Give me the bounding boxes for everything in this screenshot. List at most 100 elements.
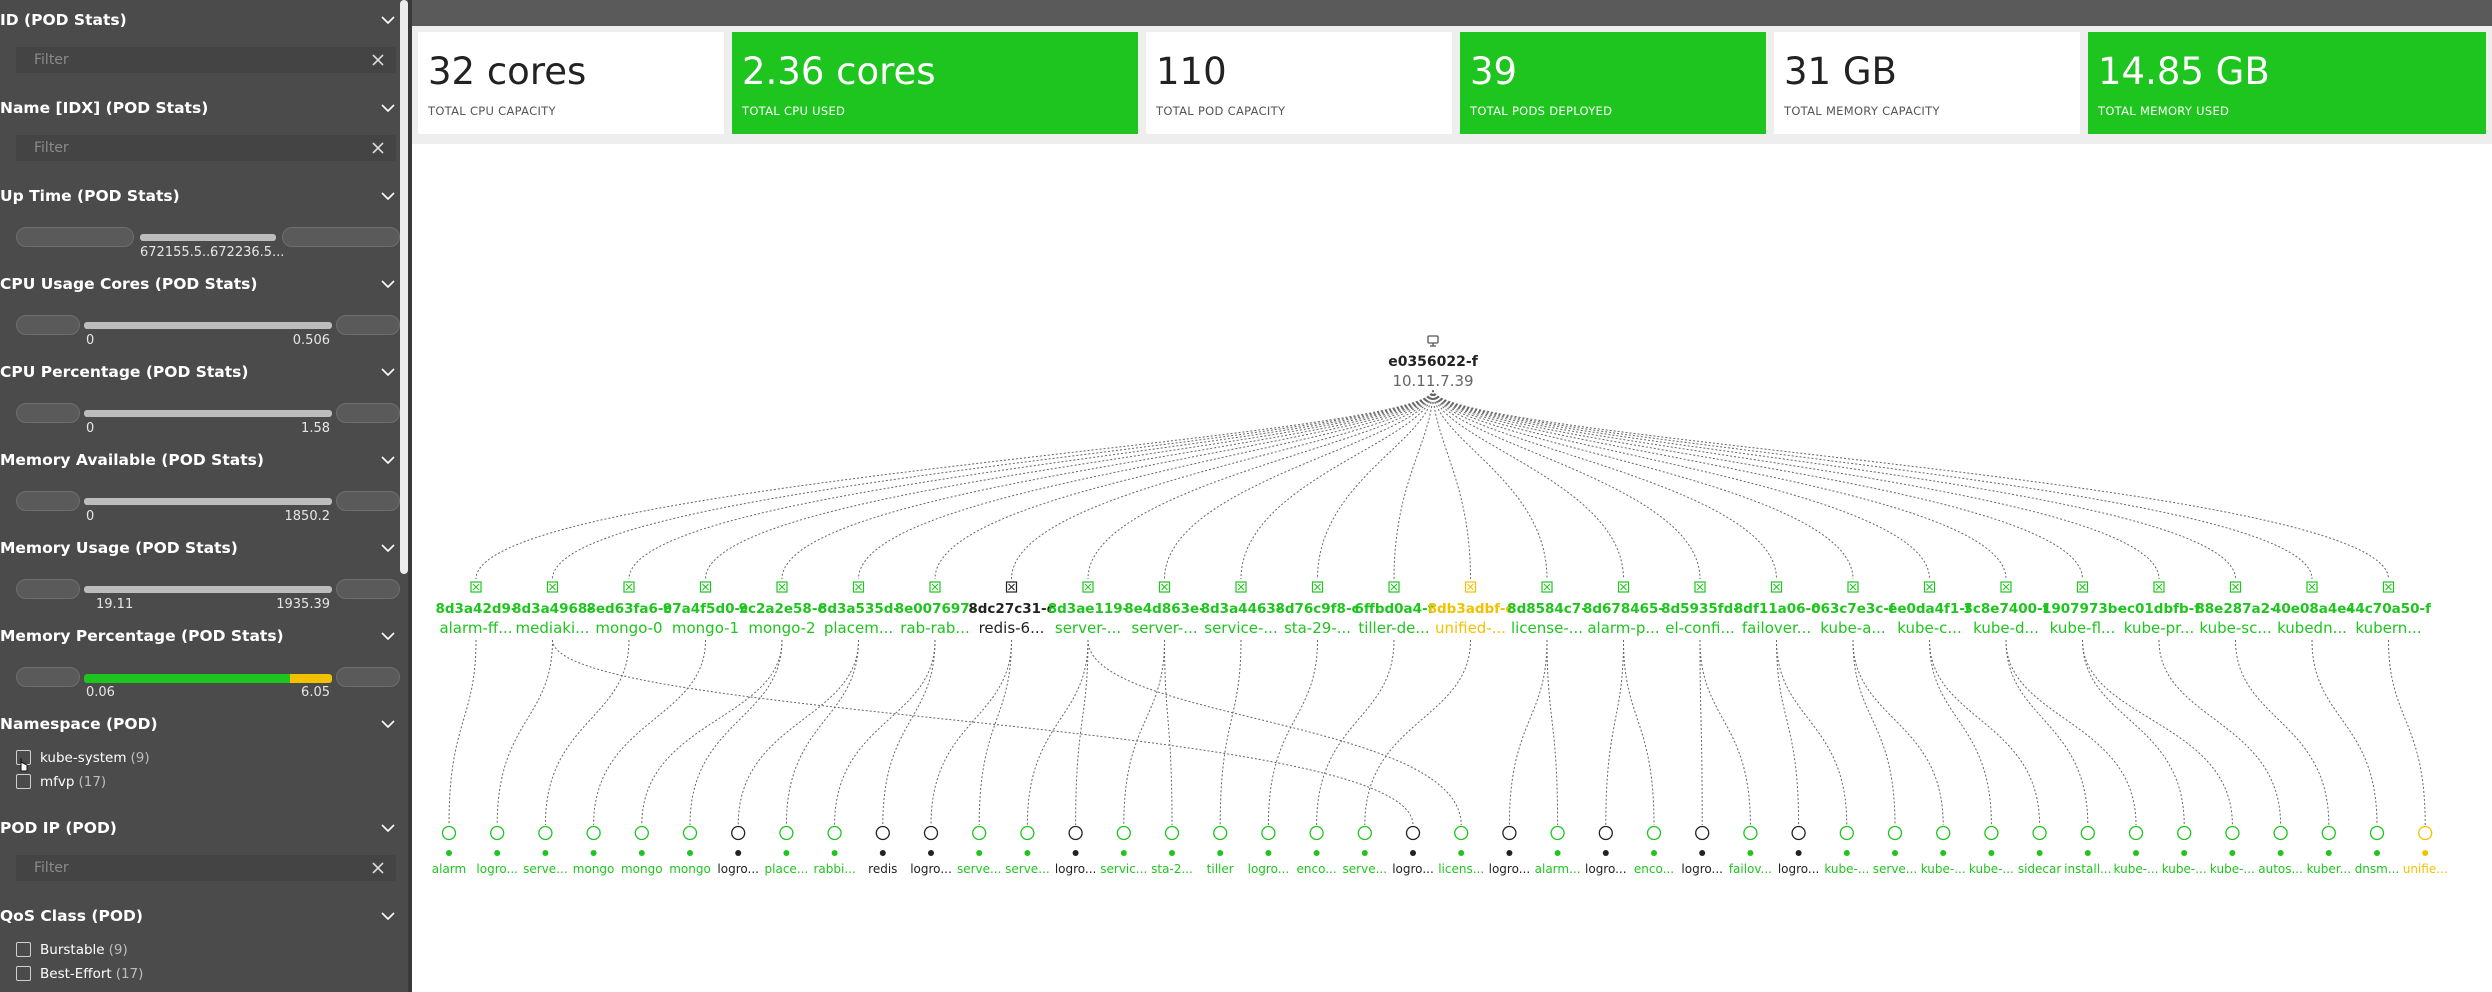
range-max-handle[interactable] xyxy=(336,579,400,599)
container-node[interactable]: kube-... xyxy=(1824,825,1869,877)
range-max-handle[interactable] xyxy=(336,315,400,335)
checkbox-row[interactable]: mfvp (17) xyxy=(16,774,106,794)
close-icon[interactable] xyxy=(370,860,386,876)
range-max-handle[interactable] xyxy=(336,403,400,423)
pod-node[interactable]: 8d8584c7- license-... xyxy=(1507,581,1587,637)
range-track[interactable] xyxy=(84,410,332,417)
chevron-down-icon[interactable] xyxy=(380,716,396,732)
container-node[interactable]: failov... xyxy=(1729,825,1772,877)
pod-node[interactable]: 9c2a2e58-c mongo-2 xyxy=(739,581,826,637)
container-node[interactable]: mongo xyxy=(621,825,663,877)
chevron-down-icon[interactable] xyxy=(380,452,396,468)
container-node[interactable]: mongo xyxy=(573,825,615,877)
filter-section-title[interactable]: CPU Usage Cores (POD Stats) xyxy=(0,274,400,294)
range-min-handle[interactable] xyxy=(16,579,80,599)
filter-section-title[interactable]: Name [IDX] (POD Stats) xyxy=(0,98,400,118)
chevron-down-icon[interactable] xyxy=(380,540,396,556)
pod-node[interactable]: 8e4d863e-server-... xyxy=(1124,581,1205,637)
container-node[interactable]: alarm... xyxy=(1535,825,1581,877)
sidebar-scrollbar[interactable] xyxy=(400,0,408,574)
container-node[interactable]: kuber... xyxy=(2307,825,2351,877)
filter-section-title[interactable]: Memory Usage (POD Stats) xyxy=(0,538,400,558)
checkbox[interactable] xyxy=(16,774,31,789)
pod-node[interactable]: 8d3a535d-placem... xyxy=(818,581,899,637)
container-node[interactable]: servic... xyxy=(1100,825,1147,877)
filter-section-title[interactable]: QoS Class (POD) xyxy=(0,906,400,926)
checkbox[interactable] xyxy=(16,966,31,981)
pod-node[interactable]: 8d5935fd-el-confi... xyxy=(1661,581,1739,637)
pod-node[interactable]: 8db3adbf-c unified-... xyxy=(1428,581,1514,637)
close-icon[interactable] xyxy=(370,140,386,156)
checkbox-row[interactable]: Best-Effort (17) xyxy=(16,966,143,986)
container-node[interactable]: mongo xyxy=(669,825,711,877)
container-node[interactable]: alarm xyxy=(432,825,466,877)
chevron-down-icon[interactable] xyxy=(380,820,396,836)
filter-section-title[interactable]: Up Time (POD Stats) xyxy=(0,186,400,206)
container-node[interactable]: logro... xyxy=(1392,825,1434,877)
container-node[interactable]: licens... xyxy=(1438,825,1484,877)
pod-node[interactable]: 44c70a50-f kubern... xyxy=(2346,581,2431,637)
container-node[interactable]: kube-... xyxy=(1921,825,1966,877)
container-node[interactable]: enco... xyxy=(1297,825,1337,877)
node-root[interactable]: e0356022-f 10.11.7.39 xyxy=(1388,335,1479,390)
range-track[interactable] xyxy=(84,322,332,329)
chevron-down-icon[interactable] xyxy=(380,12,396,28)
range-max-handle[interactable] xyxy=(282,227,400,247)
range-min-handle[interactable] xyxy=(16,403,80,423)
container-node[interactable]: enco... xyxy=(1634,825,1674,877)
pod-node[interactable]: 8e007697- rab-rab... xyxy=(895,581,976,637)
container-node[interactable]: logro... xyxy=(910,825,952,877)
close-icon[interactable] xyxy=(370,52,386,68)
range-max-handle[interactable] xyxy=(336,667,400,687)
container-node[interactable]: kube-... xyxy=(1969,825,2014,877)
container-node[interactable]: install... xyxy=(2064,825,2111,877)
pod-node[interactable]: 88e287a2- kube-sc... xyxy=(2195,581,2276,637)
filter-section-title[interactable]: Namespace (POD) xyxy=(0,714,400,734)
pod-node[interactable]: 063c7e3c-f kube-a... xyxy=(1811,581,1895,637)
container-node[interactable]: logro... xyxy=(1585,825,1627,877)
container-node[interactable]: logro... xyxy=(1248,825,1290,877)
range-track[interactable] xyxy=(84,674,332,683)
container-node[interactable]: redis xyxy=(868,825,897,877)
filter-input[interactable] xyxy=(16,135,356,161)
pod-node[interactable]: 8d3a42d9- alarm-ff... xyxy=(435,581,517,637)
container-node[interactable]: logro... xyxy=(1055,825,1097,877)
container-node[interactable]: serve... xyxy=(1005,825,1050,877)
pod-node[interactable]: 8d3a4463- service-... xyxy=(1201,581,1282,637)
container-node[interactable]: sta-2... xyxy=(1151,825,1193,877)
pod-node[interactable]: 8dc27c31-c redis-6... xyxy=(968,581,1055,637)
pod-node[interactable]: 1907973b-kube-fl... xyxy=(2042,581,2123,637)
container-node[interactable]: serve... xyxy=(523,825,568,877)
container-node[interactable]: logro... xyxy=(717,825,759,877)
range-track[interactable] xyxy=(140,234,276,241)
container-node[interactable]: serve... xyxy=(1873,825,1918,877)
pod-node[interactable]: 8d678465- alarm-p... xyxy=(1583,581,1664,637)
container-node[interactable]: logro... xyxy=(1489,825,1531,877)
pod-node[interactable]: 8df11a06-c failover... xyxy=(1734,581,1819,637)
filter-section-title[interactable]: ID (POD Stats) xyxy=(0,10,400,30)
checkbox-row[interactable]: kube-system (9) xyxy=(16,750,150,770)
container-node[interactable]: rabbi... xyxy=(813,825,856,877)
container-node[interactable]: logro... xyxy=(476,825,518,877)
checkbox[interactable] xyxy=(16,942,31,957)
container-node[interactable]: serve... xyxy=(957,825,1002,877)
filter-section-title[interactable]: Memory Percentage (POD Stats) xyxy=(0,626,400,646)
range-min-handle[interactable] xyxy=(16,667,80,687)
filter-section-title[interactable]: Memory Available (POD Stats) xyxy=(0,450,400,470)
container-node[interactable]: kube-... xyxy=(2114,825,2159,877)
container-node[interactable]: autos... xyxy=(2258,825,2303,877)
pod-node[interactable]: ee0da4f1-f kube-c... xyxy=(1888,581,1971,637)
container-node[interactable]: logro... xyxy=(1681,825,1723,877)
chevron-down-icon[interactable] xyxy=(380,188,396,204)
container-node[interactable]: unifie... xyxy=(2403,825,2448,877)
filter-section-title[interactable]: POD IP (POD) xyxy=(0,818,400,838)
filter-input[interactable] xyxy=(16,855,356,881)
range-track[interactable] xyxy=(84,498,332,505)
pod-node[interactable]: 3c8e7400-f kube-d... xyxy=(1964,581,2049,637)
pod-node[interactable]: 8d76c9f8-c sta-29-... xyxy=(1275,581,1360,637)
range-min-handle[interactable] xyxy=(16,315,80,335)
chevron-down-icon[interactable] xyxy=(380,908,396,924)
pod-node[interactable]: 97a4f5d0-c mongo-1 xyxy=(663,581,748,637)
container-node[interactable]: dnsm... xyxy=(2355,825,2400,877)
pod-node[interactable]: 8d3ae119- server-... xyxy=(1048,581,1129,637)
